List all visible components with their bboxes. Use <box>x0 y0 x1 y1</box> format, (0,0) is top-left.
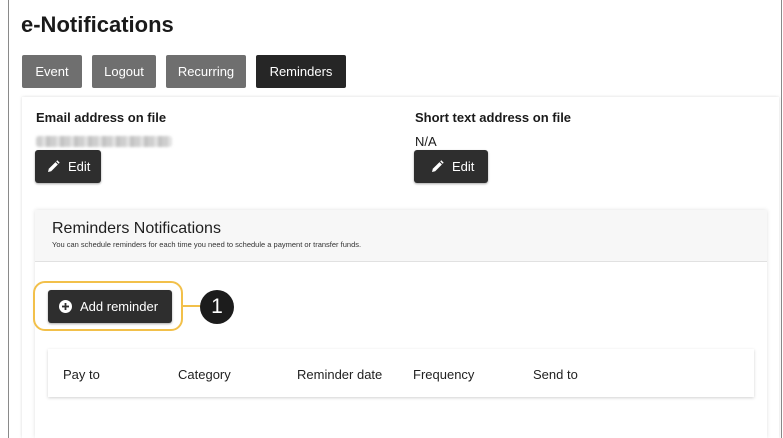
tab-logout[interactable]: Logout <box>92 55 156 88</box>
tab-recurring[interactable]: Recurring <box>166 55 246 88</box>
reminders-title: Reminders Notifications <box>52 220 221 237</box>
sms-value: N/A <box>415 134 437 149</box>
edit-email-button[interactable]: Edit <box>35 150 101 183</box>
email-value-redacted <box>36 136 172 147</box>
sms-label: Short text address on file <box>415 110 572 125</box>
column-pay-to: Pay to <box>63 367 100 382</box>
tab-reminders[interactable]: Reminders <box>256 55 346 88</box>
column-frequency: Frequency <box>413 367 475 382</box>
pencil-icon <box>430 159 444 174</box>
page-title: e-Notifications <box>21 12 174 37</box>
plus-circle-icon <box>59 300 72 313</box>
edit-email-label: Edit <box>68 159 91 174</box>
add-reminder-button[interactable]: Add reminder <box>48 290 172 323</box>
column-category: Category <box>178 367 231 382</box>
callout-number-badge: 1 <box>200 290 234 324</box>
reminders-subtitle: You can schedule reminders for each time… <box>52 240 362 249</box>
add-reminder-label: Add reminder <box>80 299 159 314</box>
pencil-icon <box>46 159 60 174</box>
email-label: Email address on file <box>36 110 167 125</box>
column-reminder-date: Reminder date <box>297 367 383 382</box>
column-send-to: Send to <box>533 367 578 382</box>
reminders-header: Reminders Notifications You can schedule… <box>35 210 767 262</box>
edit-sms-label: Edit <box>452 159 475 174</box>
edit-sms-button[interactable]: Edit <box>414 150 488 183</box>
tab-event[interactable]: Event <box>22 55 82 88</box>
reminders-table-header: Pay to Category Reminder date Frequency … <box>48 349 754 397</box>
